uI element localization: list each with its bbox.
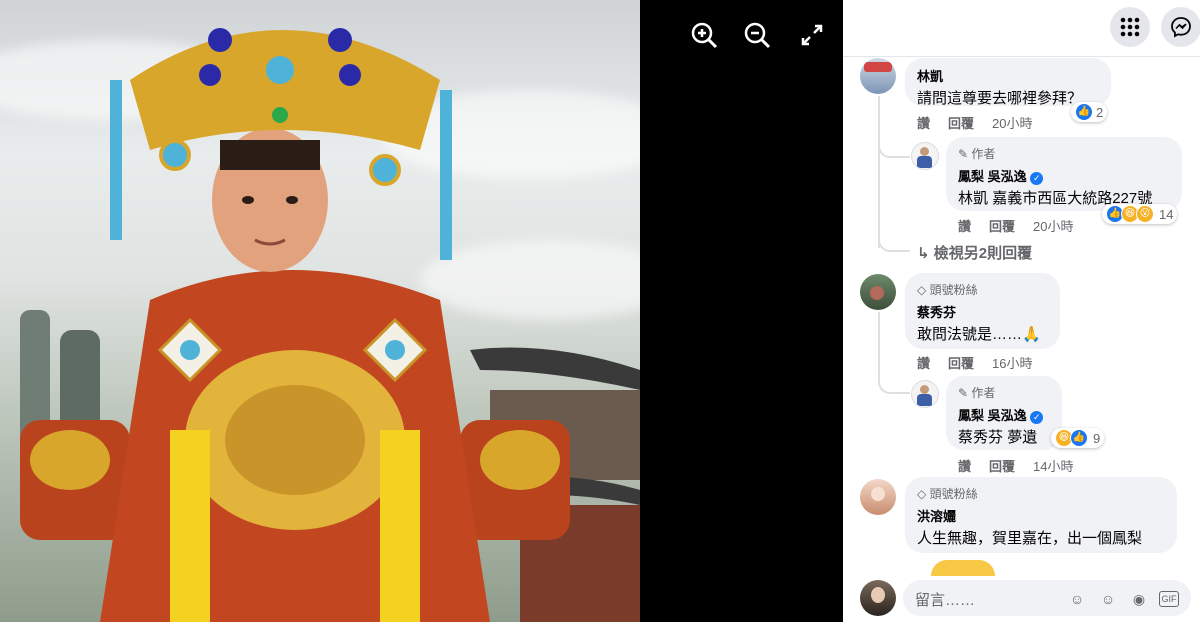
gif-icon[interactable]: GIF bbox=[1159, 591, 1179, 607]
mention-link[interactable]: 林凱 bbox=[958, 190, 988, 207]
comment-bubble: ◇ 頭號粉絲 蔡秀芬 敢問法號是……🙏 bbox=[905, 273, 1060, 349]
comment-text: 請問這尊要去哪裡參拜？ bbox=[917, 90, 1083, 107]
avatar[interactable] bbox=[860, 479, 896, 515]
verified-icon: ✓ bbox=[1030, 172, 1044, 185]
commenter-name[interactable]: 林凱 bbox=[917, 66, 1099, 85]
commenter-name[interactable]: 鳳梨 吳泓逸 ✓ bbox=[958, 405, 1050, 424]
avatar-sticker-icon[interactable]: ☺ bbox=[1068, 590, 1086, 608]
diamond-icon: ◇ bbox=[917, 283, 927, 297]
photo-viewer-controls bbox=[640, 0, 843, 622]
zoom-in-icon[interactable] bbox=[689, 20, 719, 50]
avatar[interactable] bbox=[860, 274, 896, 310]
reply-button[interactable]: 回覆 bbox=[948, 113, 974, 132]
comment-actions: 讚 回覆 16小時 bbox=[917, 353, 1033, 372]
post-photo[interactable] bbox=[0, 0, 640, 622]
top-fan-badge: ◇ 頭號粉絲 bbox=[917, 283, 978, 297]
emoji-icon[interactable]: ☺ bbox=[1099, 590, 1117, 608]
author-badge: ✎ 作者 bbox=[958, 147, 996, 161]
comment-input-placeholder[interactable]: 留言…… bbox=[915, 589, 975, 610]
comment-text: 敢問法號是……🙏 bbox=[917, 326, 1041, 343]
comment-composer[interactable]: 留言…… ☺ ☺ ◉ GIF bbox=[903, 580, 1191, 616]
like-button[interactable]: 讚 bbox=[917, 113, 930, 132]
deity-statue-image bbox=[20, 28, 570, 622]
reaction-count[interactable]: 👍 2 bbox=[1071, 102, 1108, 122]
messenger-icon[interactable] bbox=[1161, 7, 1200, 47]
reply-arrow-icon: ↳ bbox=[917, 245, 934, 262]
like-icon: 👍 bbox=[1070, 429, 1088, 447]
comment-bubble: ◇ 頭號粉絲 洪溶孋 人生無趣，賀里嘉在，出一個鳳梨 bbox=[905, 477, 1177, 553]
author-badge: ✎ 作者 bbox=[958, 386, 996, 400]
current-user-avatar[interactable] bbox=[860, 580, 896, 616]
avatar[interactable] bbox=[860, 58, 896, 94]
sticker-preview bbox=[931, 560, 995, 576]
view-more-replies[interactable]: ↳ 檢視另2則回覆 bbox=[917, 242, 1032, 263]
thread-connector bbox=[878, 134, 910, 158]
zoom-out-icon[interactable] bbox=[742, 20, 772, 50]
diamond-icon: ◇ bbox=[917, 487, 927, 501]
commenter-name[interactable]: 蔡秀芬 bbox=[917, 302, 1048, 321]
comment-time[interactable]: 16小時 bbox=[992, 353, 1032, 372]
mention-link[interactable]: 蔡秀芬 bbox=[958, 429, 1003, 446]
wow-icon: 😮 bbox=[1136, 205, 1154, 223]
avatar[interactable] bbox=[911, 142, 939, 170]
fullscreen-icon[interactable] bbox=[797, 20, 827, 50]
top-bar bbox=[843, 0, 1200, 57]
like-button[interactable]: 讚 bbox=[917, 353, 930, 372]
reply-button[interactable]: 回覆 bbox=[989, 216, 1015, 235]
comment-text: 蔡秀芬 夢遺 bbox=[958, 429, 1038, 446]
thread-connector bbox=[878, 370, 910, 394]
thread-connector bbox=[878, 226, 910, 252]
reaction-count[interactable]: 😆 👍 9 bbox=[1051, 428, 1105, 448]
like-button[interactable]: 讚 bbox=[958, 216, 971, 235]
verified-icon: ✓ bbox=[1030, 411, 1044, 424]
comment-actions: 讚 回覆 14小時 bbox=[958, 456, 1074, 475]
reaction-count[interactable]: 👍 😆 😮 14 bbox=[1102, 204, 1178, 224]
comment-bubble: 林凱 請問這尊要去哪裡參拜？ bbox=[905, 58, 1111, 107]
comment-actions: 讚 回覆 20小時 bbox=[958, 216, 1074, 235]
thread-line bbox=[878, 312, 880, 372]
like-icon: 👍 bbox=[1075, 103, 1093, 121]
camera-icon[interactable]: ◉ bbox=[1130, 590, 1148, 608]
comment-time[interactable]: 14小時 bbox=[1033, 456, 1073, 475]
commenter-name[interactable]: 洪溶孋 bbox=[917, 506, 1165, 525]
reply-bubble: ✎ 作者 鳳梨 吳泓逸 ✓ 林凱 嘉義市西區大統路227號 bbox=[946, 137, 1182, 211]
reply-button[interactable]: 回覆 bbox=[989, 456, 1015, 475]
comment-time[interactable]: 20小時 bbox=[992, 113, 1032, 132]
grid-menu-icon[interactable] bbox=[1110, 7, 1150, 47]
like-button[interactable]: 讚 bbox=[958, 456, 971, 475]
reply-button[interactable]: 回覆 bbox=[948, 353, 974, 372]
comment-time[interactable]: 20小時 bbox=[1033, 216, 1073, 235]
comments-panel: 林凱 請問這尊要去哪裡參拜？ 👍 2 讚 回覆 20小時 ✎ 作者 鳳梨 吳泓逸… bbox=[843, 0, 1200, 622]
comment-text: 人生無趣，賀里嘉在，出一個鳳梨 bbox=[917, 530, 1143, 547]
top-fan-badge: ◇ 頭號粉絲 bbox=[917, 487, 978, 501]
avatar[interactable] bbox=[911, 380, 939, 408]
reply-bubble: ✎ 作者 鳳梨 吳泓逸 ✓ 蔡秀芬 夢遺 bbox=[946, 376, 1062, 450]
comment-actions: 讚 回覆 20小時 bbox=[917, 113, 1033, 132]
commenter-name[interactable]: 鳳梨 吳泓逸 ✓ bbox=[958, 166, 1170, 185]
